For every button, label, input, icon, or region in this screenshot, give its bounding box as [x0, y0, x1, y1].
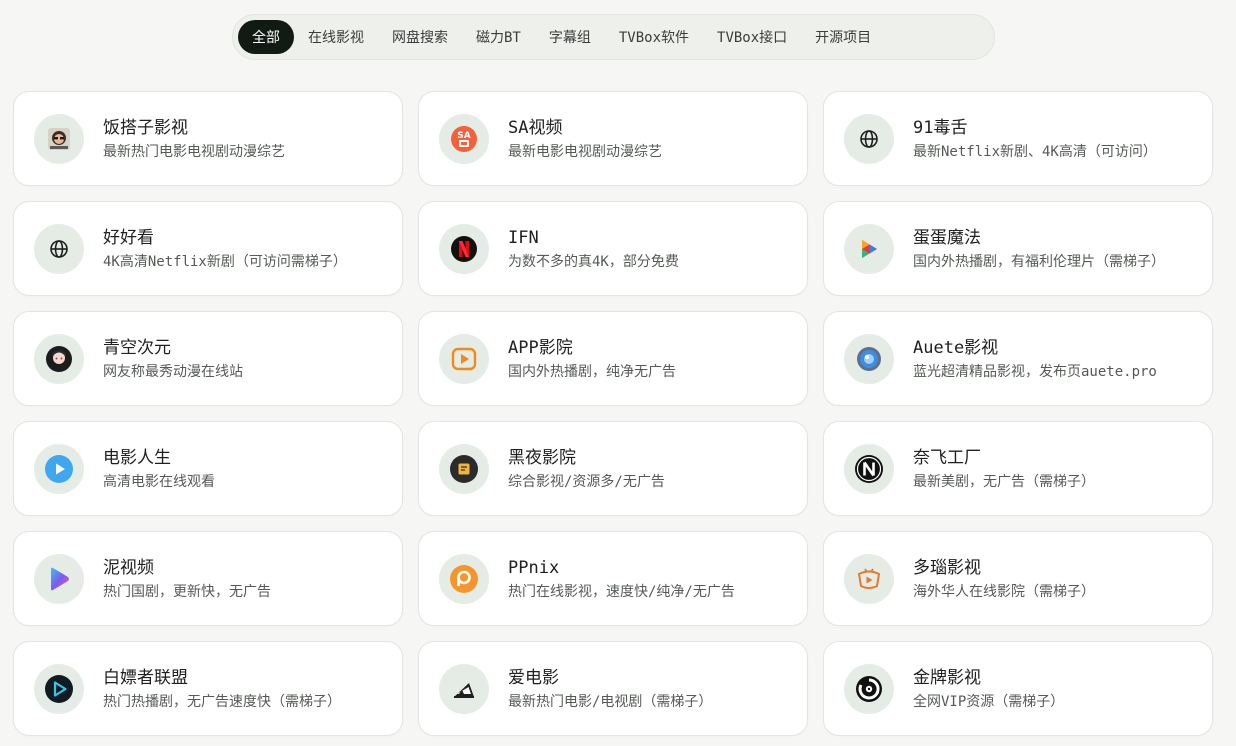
card-description: 最新电影电视剧动漫综艺: [508, 143, 662, 160]
card-title: 多瑙影视: [913, 557, 981, 578]
site-card-ai-movie[interactable]: 爱电影 最新热门电影/电视剧（需梯子）: [418, 641, 808, 736]
dark-note-icon: [439, 443, 489, 494]
card-title: 黑夜影院: [508, 447, 576, 468]
card-title: 白嫖者联盟: [103, 667, 188, 688]
category-tab-bar: 全部 在线影视 网盘搜索 磁力BT 字幕组 TVBox软件 TVBox接口 开源…: [232, 14, 995, 60]
n-circle-icon: [844, 443, 894, 494]
site-card-app-cinema[interactable]: APP影院 国内外热播剧，纯净无广告: [418, 311, 808, 406]
card-description: 4K高清Netflix新剧（可访问需梯子）: [103, 253, 347, 270]
card-title: Auete影视: [913, 337, 999, 358]
card-title: 爱电影: [508, 667, 559, 688]
svg-text:SA: SA: [457, 131, 470, 141]
site-card-naifei-factory[interactable]: 奈飞工厂 最新美剧，无广告（需梯子）: [823, 421, 1213, 516]
card-title: 泥视频: [103, 557, 154, 578]
site-card-sa-video[interactable]: SA SA视频 最新电影电视剧动漫综艺: [418, 91, 808, 186]
site-card-ppnix[interactable]: PPnix 热门在线影视，速度快/纯净/无广告: [418, 531, 808, 626]
card-description: 最新Netflix新剧、4K高清（可访问）: [913, 143, 1157, 160]
cyan-play-icon: [34, 663, 84, 714]
card-title: 饭搭子影视: [103, 117, 188, 138]
card-title: 91毒舌: [913, 117, 968, 138]
tab-subtitle-group[interactable]: 字幕组: [535, 20, 605, 54]
site-card-dandan-magic[interactable]: 蛋蛋魔法 国内外热播剧，有福利伦理片（需梯子）: [823, 201, 1213, 296]
orange-play-screen-icon: [439, 333, 489, 384]
site-card-ifn[interactable]: IFN 为数不多的真4K，部分免费: [418, 201, 808, 296]
blue-orb-icon: [844, 333, 894, 384]
card-title: SA视频: [508, 117, 563, 138]
card-description: 热门国剧，更新快，无广告: [103, 583, 271, 600]
anime-avatar-icon: [34, 333, 84, 384]
clapper-icon: [439, 663, 489, 714]
orange-tv-icon: [844, 553, 894, 604]
site-card-jinpai[interactable]: 金牌影视 全网VIP资源（需梯子）: [823, 641, 1213, 736]
site-card-movie-life[interactable]: 电影人生 高清电影在线观看: [13, 421, 403, 516]
site-card-grid: 饭搭子影视 最新热门电影电视剧动漫综艺 SA SA视频 最新电影电视剧动漫综艺: [13, 91, 1213, 736]
blue-play-circle-icon: [34, 443, 84, 494]
card-title: PPnix: [508, 557, 560, 578]
card-description: 热门在线影视，速度快/纯净/无广告: [508, 583, 735, 600]
tab-online-video[interactable]: 在线影视: [294, 20, 378, 54]
card-title: 奈飞工厂: [913, 447, 981, 468]
tab-open-source[interactable]: 开源项目: [801, 20, 885, 54]
card-description: 蓝光超清精品影视，发布页auete.pro: [913, 363, 1157, 380]
site-card-qingkong[interactable]: 青空次元 网友称最秀动漫在线站: [13, 311, 403, 406]
card-description: 最新热门电影/电视剧（需梯子）: [508, 693, 713, 710]
tab-tvbox-interface[interactable]: TVBox接口: [703, 20, 801, 54]
fandazi-avatar-icon: [34, 113, 84, 164]
card-description: 海外华人在线影院（需梯子）: [913, 583, 1095, 600]
card-description: 全网VIP资源（需梯子）: [913, 693, 1065, 710]
card-description: 热门热播剧，无广告速度快（需梯子）: [103, 693, 341, 710]
gradient-play-icon: [34, 553, 84, 604]
colorful-play-icon: [844, 223, 894, 274]
card-title: 好好看: [103, 227, 154, 248]
tab-tvbox-software[interactable]: TVBox软件: [605, 20, 703, 54]
card-description: 国内外热播剧，有福利伦理片（需梯子）: [913, 253, 1165, 270]
card-description: 国内外热播剧，纯净无广告: [508, 363, 676, 380]
site-card-ni-video[interactable]: 泥视频 热门国剧，更新快，无广告: [13, 531, 403, 626]
card-description: 网友称最秀动漫在线站: [103, 363, 243, 380]
site-card-91dushe[interactable]: 91毒舌 最新Netflix新剧、4K高清（可访问）: [823, 91, 1213, 186]
card-title: IFN: [508, 227, 539, 248]
card-description: 高清电影在线观看: [103, 473, 215, 490]
site-card-heiye[interactable]: 黑夜影院 综合影视/资源多/无广告: [418, 421, 808, 516]
site-card-auete[interactable]: Auete影视 蓝光超清精品影视，发布页auete.pro: [823, 311, 1213, 406]
netflix-n-icon: [439, 223, 489, 274]
card-description: 综合影视/资源多/无广告: [508, 473, 665, 490]
tab-magnet-bt[interactable]: 磁力BT: [462, 20, 535, 54]
card-title: 蛋蛋魔法: [913, 227, 981, 248]
card-title: 青空次元: [103, 337, 171, 358]
sa-logo-icon: SA: [439, 113, 489, 164]
card-title: APP影院: [508, 337, 573, 358]
globe-icon: [34, 223, 84, 274]
site-card-baipiao-league[interactable]: 白嫖者联盟 热门热播剧，无广告速度快（需梯子）: [13, 641, 403, 736]
card-description: 为数不多的真4K，部分免费: [508, 253, 679, 270]
vinyl-icon: [844, 663, 894, 714]
card-title: 金牌影视: [913, 667, 981, 688]
card-description: 最新美剧，无广告（需梯子）: [913, 473, 1095, 490]
site-card-haohaokan[interactable]: 好好看 4K高清Netflix新剧（可访问需梯子）: [13, 201, 403, 296]
site-card-fandazi[interactable]: 饭搭子影视 最新热门电影电视剧动漫综艺: [13, 91, 403, 186]
site-card-duonao[interactable]: 多瑙影视 海外华人在线影院（需梯子）: [823, 531, 1213, 626]
orange-p-icon: [439, 553, 489, 604]
tab-netdisk-search[interactable]: 网盘搜索: [378, 20, 462, 54]
card-title: 电影人生: [103, 447, 171, 468]
card-description: 最新热门电影电视剧动漫综艺: [103, 143, 285, 160]
tab-all[interactable]: 全部: [238, 20, 294, 54]
globe-icon: [844, 113, 894, 164]
